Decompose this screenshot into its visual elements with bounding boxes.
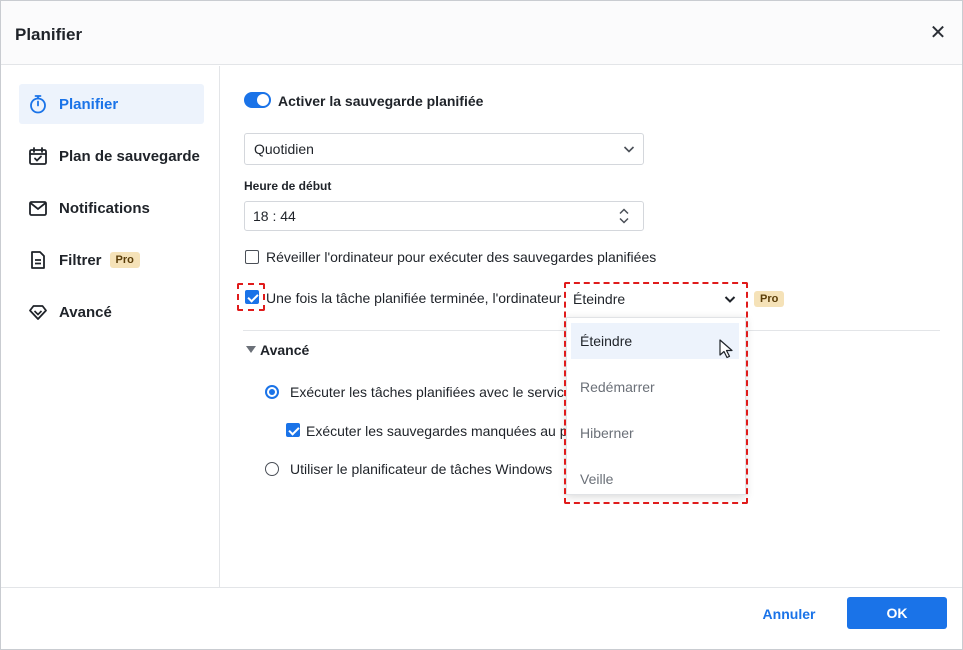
frequency-select[interactable]: Quotidien — [244, 133, 644, 165]
calendar-check-icon — [27, 145, 49, 167]
wake-computer-label: Réveiller l'ordinateur pour exécuter des… — [266, 249, 657, 265]
chevron-down-icon — [623, 146, 635, 153]
title-bar: Planifier ✕ — [1, 1, 962, 65]
sidebar-item-planifier[interactable]: Planifier — [19, 84, 204, 124]
cancel-button[interactable]: Annuler — [746, 598, 832, 630]
sidebar-item-label: Plan de sauvegarde — [59, 147, 200, 165]
document-filter-icon — [27, 249, 49, 271]
windows-scheduler-label: Utiliser le planificateur de tâches Wind… — [290, 461, 553, 477]
sidebar: Planifier Plan de sauvegarde Notificatio… — [1, 66, 220, 587]
sidebar-item-avance[interactable]: Avancé — [19, 292, 204, 332]
missed-backups-label: Exécuter les sauvegardes manquées au pro — [306, 423, 580, 439]
close-icon[interactable]: ✕ — [928, 23, 948, 43]
after-task-label: Une fois la tâche planifiée terminée, l'… — [266, 290, 562, 306]
pro-badge: Pro — [109, 252, 140, 268]
sidebar-item-label: Planifier — [59, 95, 119, 113]
frequency-value: Quotidien — [254, 141, 314, 157]
diamond-icon — [27, 301, 49, 323]
windows-scheduler-radio[interactable] — [265, 462, 279, 476]
start-time-value: 18 : 44 — [253, 208, 296, 224]
service-label: Exécuter les tâches planifiées avec le s… — [290, 384, 585, 400]
mouse-pointer-icon — [719, 339, 733, 359]
dialog-footer: Annuler OK — [1, 587, 962, 649]
service-radio[interactable] — [265, 385, 279, 399]
sidebar-item-notifications[interactable]: Notifications — [19, 188, 204, 228]
ok-button[interactable]: OK — [847, 597, 947, 629]
envelope-icon — [27, 197, 49, 219]
stopwatch-icon — [27, 93, 49, 115]
sidebar-item-label: Notifications — [59, 199, 150, 217]
sidebar-item-filtrer[interactable]: Filtrer Pro — [19, 240, 204, 280]
schedule-panel: Activer la sauvegarde planifiée Quotidie… — [221, 66, 962, 587]
dropdown-highlight — [564, 282, 748, 504]
advanced-section-title: Avancé — [260, 342, 310, 358]
enable-schedule-toggle[interactable] — [244, 92, 271, 108]
schedule-dialog: Planifier ✕ Planifier Plan de sauvegarde… — [0, 0, 963, 650]
after-task-checkbox[interactable] — [245, 290, 259, 304]
sidebar-item-label: Filtrer — [59, 251, 102, 269]
sidebar-item-label: Avancé — [59, 303, 112, 321]
pro-badge: Pro — [754, 291, 785, 307]
start-time-input[interactable]: 18 : 44 — [244, 201, 644, 231]
wake-computer-checkbox[interactable] — [245, 250, 259, 264]
missed-backups-checkbox[interactable] — [286, 423, 300, 437]
sidebar-item-plan-de-sauvegarde[interactable]: Plan de sauvegarde — [19, 136, 204, 176]
collapse-triangle-icon[interactable] — [246, 346, 256, 353]
spinner-arrows-icon[interactable] — [619, 206, 629, 226]
enable-schedule-label: Activer la sauvegarde planifiée — [278, 93, 484, 109]
dialog-title: Planifier — [15, 25, 83, 44]
start-time-label: Heure de début — [244, 179, 332, 193]
